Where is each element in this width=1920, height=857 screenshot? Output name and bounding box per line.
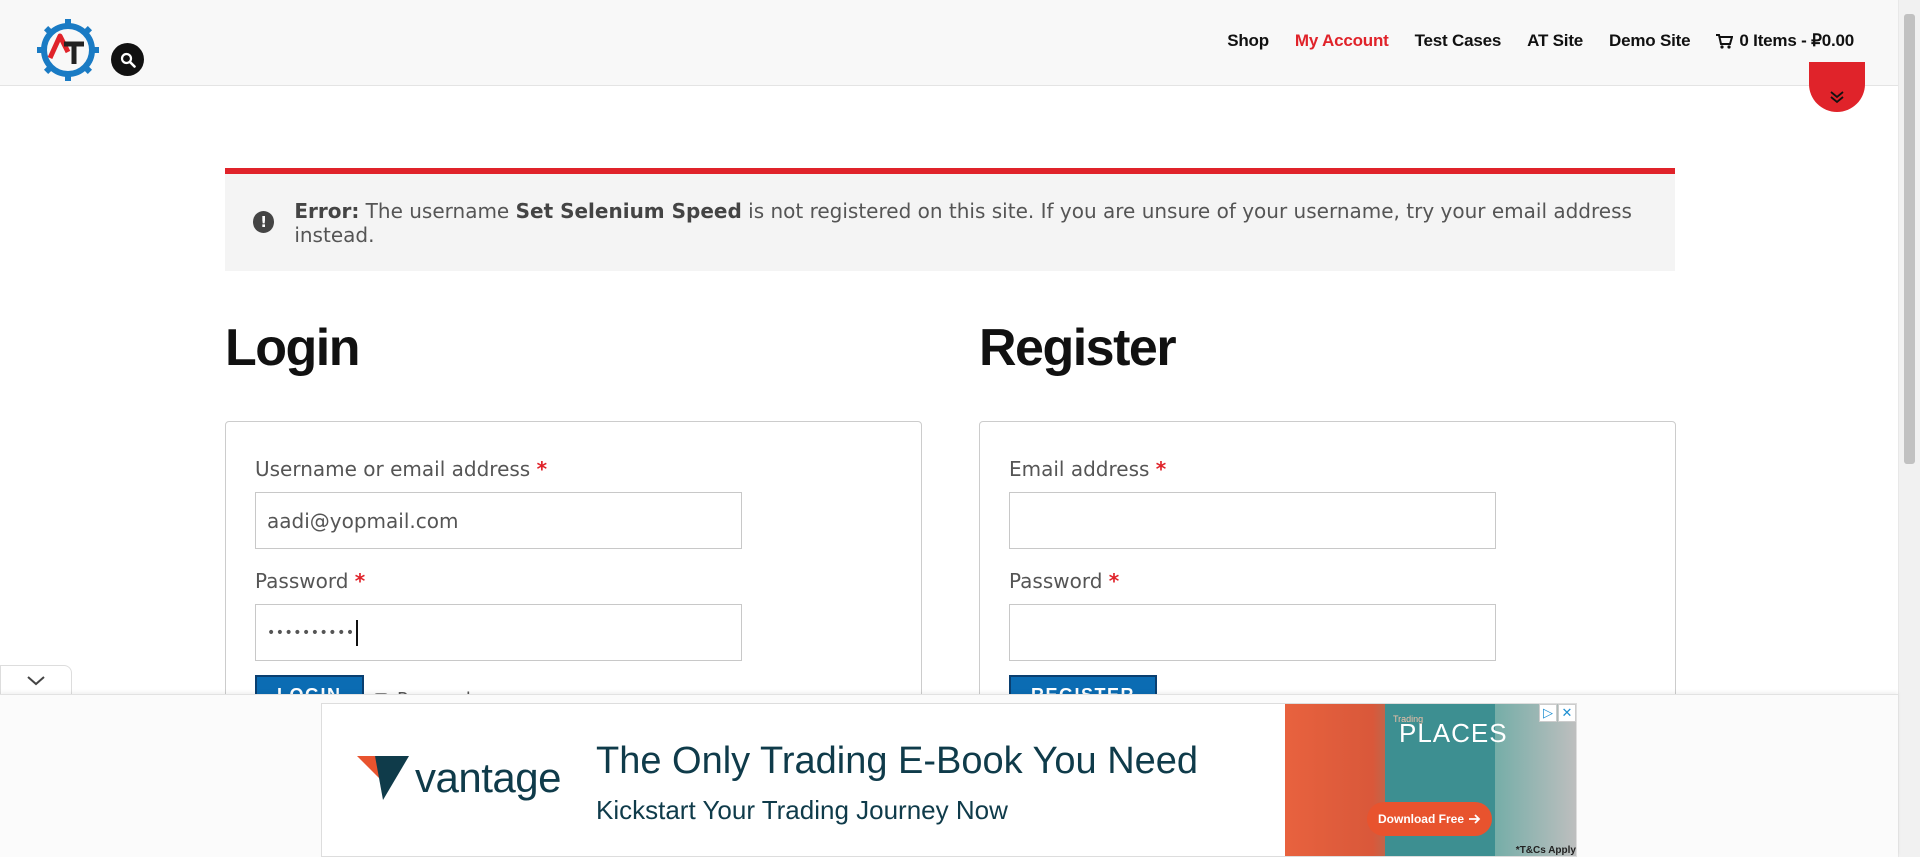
password-input[interactable]: ••••••••••: [255, 604, 742, 661]
required-mark: *: [1155, 457, 1167, 481]
ad-promo-image: Trading PLACES Download Free *T&Cs Apply: [1285, 704, 1576, 856]
required-mark: *: [354, 569, 366, 593]
nav-test-cases[interactable]: Test Cases: [1415, 31, 1502, 51]
cart-icon: [1716, 33, 1734, 49]
nav-cart[interactable]: 0 Items - ₽0.00: [1716, 31, 1854, 51]
main-nav: Shop My Account Test Cases AT Site Demo …: [1227, 31, 1854, 51]
double-chevron-down-icon: [1830, 91, 1844, 104]
ad-subline: Kickstart Your Trading Journey Now: [596, 795, 1008, 825]
error-username: Set Selenium Speed: [515, 198, 742, 223]
chevron-down-icon: [27, 675, 45, 685]
error-prefix: Error:: [294, 198, 360, 223]
email-label: Email address *: [1009, 457, 1167, 481]
required-mark: *: [1108, 569, 1120, 593]
username-value: aadi@yopmail.com: [267, 508, 459, 533]
adchoices-icon[interactable]: ▷: [1539, 704, 1557, 722]
cart-summary: 0 Items - ₽0.00: [1739, 31, 1854, 50]
search-button[interactable]: [111, 43, 144, 76]
ad-terms: *T&Cs Apply: [1515, 845, 1576, 856]
search-icon: [120, 52, 136, 68]
ad-brand-text: vantage: [415, 754, 561, 801]
exclamation-icon: !: [253, 210, 275, 233]
login-form: Username or email address * aadi@yopmail…: [225, 421, 922, 721]
email-field[interactable]: [1009, 492, 1496, 549]
download-free-button[interactable]: Download Free: [1367, 802, 1492, 836]
nav-shop[interactable]: Shop: [1227, 31, 1269, 51]
ad-brand: vantage: [357, 754, 561, 802]
error-notice: ! Error: The username Set Selenium Speed…: [225, 168, 1675, 271]
error-text-before: The username: [359, 198, 516, 223]
register-password-label: Password *: [1009, 569, 1120, 593]
nav-at-site[interactable]: AT Site: [1527, 31, 1583, 51]
nav-demo-site[interactable]: Demo Site: [1609, 31, 1691, 51]
nav-my-account[interactable]: My Account: [1295, 31, 1389, 51]
arrow-right-icon: [1469, 814, 1481, 824]
page-scrollbar[interactable]: [1898, 0, 1920, 857]
site-header: Shop My Account Test Cases AT Site Demo …: [0, 0, 1898, 86]
password-label: Password *: [255, 569, 366, 593]
ad-banner[interactable]: vantage The Only Trading E-Book You Need…: [321, 703, 1577, 857]
scrollbar-thumb[interactable]: [1904, 14, 1915, 464]
register-password-input[interactable]: [1009, 604, 1496, 661]
password-value: ••••••••••: [267, 624, 355, 641]
gear-logo-icon: [37, 19, 99, 81]
scroll-down-button[interactable]: [1809, 62, 1865, 112]
login-heading: Login: [225, 319, 361, 377]
register-heading: Register: [979, 319, 1177, 377]
username-label: Username or email address *: [255, 457, 548, 481]
site-logo[interactable]: [36, 18, 100, 82]
error-message: Error: The username Set Selenium Speed i…: [294, 199, 1675, 247]
close-icon[interactable]: ✕: [1558, 704, 1576, 722]
vantage-logo-icon: [357, 756, 409, 800]
username-input[interactable]: aadi@yopmail.com: [255, 492, 742, 549]
ad-headline: The Only Trading E-Book You Need: [596, 740, 1199, 782]
download-label: Download Free: [1377, 812, 1464, 826]
ad-choices: ▷ ✕: [1539, 704, 1576, 722]
text-caret: [355, 619, 358, 646]
register-form: Email address * Password * REGISTER: [979, 421, 1676, 721]
required-mark: *: [536, 457, 548, 481]
ebook-title: PLACES: [1399, 718, 1508, 748]
ad-collapse-toggle[interactable]: [0, 665, 72, 695]
